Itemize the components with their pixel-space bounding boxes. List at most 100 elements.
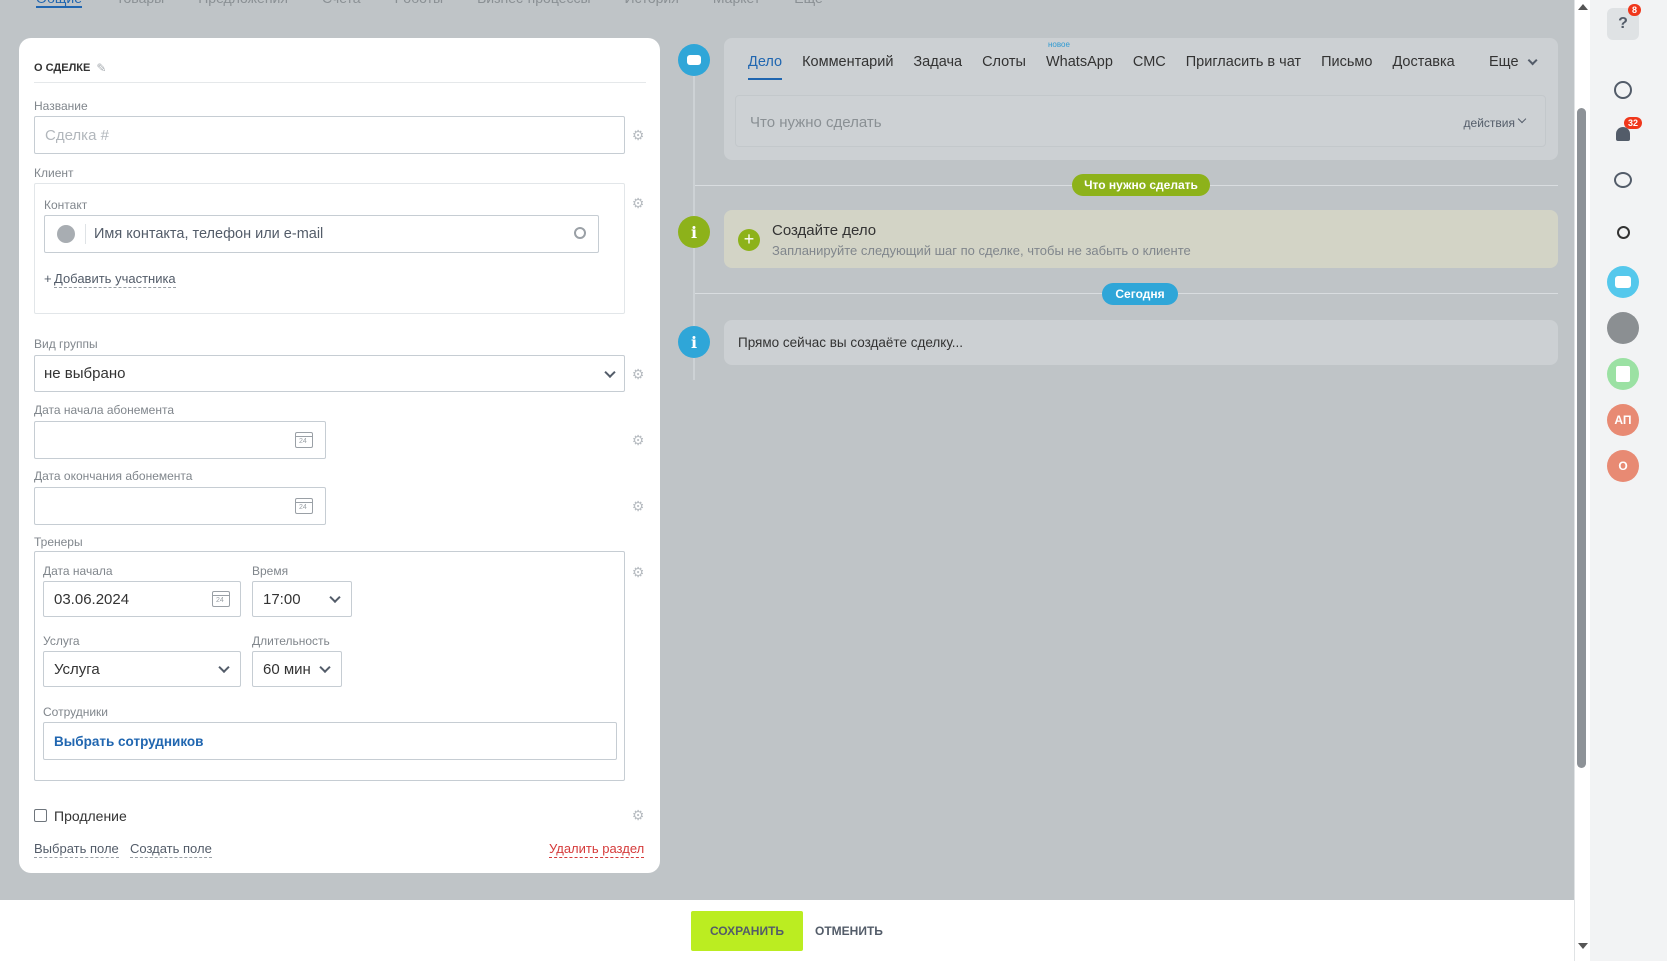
todo-placeholder: Что нужно сделать xyxy=(750,114,882,131)
time-label: Время xyxy=(252,564,289,578)
info-icon: i xyxy=(678,216,710,248)
cancel-button[interactable]: ОТМЕНИТЬ xyxy=(815,911,883,951)
sub-start-date-input[interactable] xyxy=(34,421,326,459)
avatar[interactable] xyxy=(1607,312,1639,344)
actions-dropdown[interactable]: действия xyxy=(1464,116,1515,130)
tab-robots[interactable]: Роботы xyxy=(395,0,443,8)
card-title: О СДЕЛКЕ xyxy=(34,61,91,74)
time-select[interactable]: 17:00 xyxy=(252,581,352,617)
gear-icon[interactable]: ⚙ xyxy=(631,196,645,210)
chevron-down-icon xyxy=(218,661,230,674)
now-text: Прямо сейчас вы создаёте сделку... xyxy=(738,335,963,350)
deal-name-input[interactable]: Сделка # xyxy=(34,116,625,154)
todo-input[interactable]: Что нужно сделать действия xyxy=(735,95,1546,147)
start-date-value: 03.06.2024 xyxy=(54,590,130,608)
create-activity-title: Создайте дело xyxy=(772,222,877,239)
now-panel: Прямо сейчас вы создаёте сделку... xyxy=(724,320,1558,365)
renewal-label: Продление xyxy=(54,808,127,824)
service-select[interactable]: Услуга xyxy=(43,651,241,687)
start-date-input[interactable]: 03.06.2024 xyxy=(43,581,241,617)
save-button[interactable]: СОХРАНИТЬ xyxy=(691,911,803,951)
trainers-label: Тренеры xyxy=(34,535,83,549)
tab-offers[interactable]: Предложения xyxy=(198,0,288,8)
duration-select[interactable]: 60 мин xyxy=(252,651,342,687)
deal-name-placeholder: Сделка # xyxy=(45,126,109,144)
gear-icon[interactable]: ⚙ xyxy=(631,565,645,579)
today-pill: Сегодня xyxy=(1102,283,1178,305)
gear-icon[interactable]: ⚙ xyxy=(631,367,645,381)
help-count-badge: 8 xyxy=(1628,4,1642,16)
chevron-down-icon xyxy=(329,591,341,604)
more-tabs-button[interactable]: Еще xyxy=(1489,54,1538,70)
service-label: Услуга xyxy=(43,634,80,648)
add-participant-link[interactable]: Добавить участника xyxy=(54,271,176,288)
delete-section-link[interactable]: Удалить раздел xyxy=(549,841,645,858)
search-icon[interactable] xyxy=(1607,216,1639,248)
scroll-up-arrow[interactable] xyxy=(1578,4,1588,10)
tab-more[interactable]: Еще xyxy=(794,0,823,8)
gear-icon[interactable]: ⚙ xyxy=(631,808,645,822)
gear-icon[interactable]: ⚙ xyxy=(631,433,645,447)
info-icon: i xyxy=(678,326,710,358)
client-label: Клиент xyxy=(34,166,74,180)
tab-task[interactable]: Задача xyxy=(913,54,962,70)
divider xyxy=(85,224,86,244)
avatar-ap[interactable]: АП xyxy=(1607,404,1639,436)
tab-sms[interactable]: СМС xyxy=(1133,54,1166,70)
tab-deal-activity[interactable]: Дело xyxy=(748,54,783,80)
chevron-down-icon xyxy=(319,661,331,674)
tab-whatsapp[interactable]: новое WhatsApp xyxy=(1045,40,1113,70)
scrollbar-thumb[interactable] xyxy=(1577,108,1586,768)
tab-invoices[interactable]: Счета xyxy=(322,0,361,8)
calendar-icon[interactable] xyxy=(295,498,313,514)
tab-invite-chat[interactable]: Пригласить в чат xyxy=(1186,54,1301,70)
tab-history[interactable]: История xyxy=(625,0,679,8)
select-staff-link[interactable]: Выбрать сотрудников xyxy=(54,734,203,749)
pencil-icon[interactable]: ✎ xyxy=(96,62,108,74)
card-header: О СДЕЛКЕ ✎ xyxy=(34,53,646,83)
select-field-link[interactable]: Выбрать поле xyxy=(34,841,119,858)
tab-whatsapp-label: WhatsApp xyxy=(1045,54,1113,70)
chevron-down-icon xyxy=(604,366,616,378)
create-activity-subtitle: Запланируйте следующий шаг по сделке, чт… xyxy=(772,243,1191,258)
tab-letter[interactable]: Письмо xyxy=(1321,54,1372,70)
calendar-icon[interactable] xyxy=(295,432,313,448)
group-value: не выбрано xyxy=(44,365,126,382)
sub-end-label: Дата окончания абонемента xyxy=(34,469,193,483)
duration-label: Длительность xyxy=(252,634,330,648)
person-icon xyxy=(57,225,75,243)
tab-products[interactable]: Товары xyxy=(116,0,164,8)
tab-slots[interactable]: Слоты xyxy=(982,54,1026,70)
activity-stream-icon[interactable] xyxy=(1607,74,1639,106)
gear-icon[interactable]: ⚙ xyxy=(631,499,645,513)
deal-card: О СДЕЛКЕ ✎ Название Сделка # ⚙ Клиент ⚙ … xyxy=(19,38,660,873)
more-label: Еще xyxy=(1489,54,1519,70)
messages-icon[interactable] xyxy=(1607,164,1639,196)
plus-icon: + xyxy=(44,271,52,286)
tab-market[interactable]: Маркет xyxy=(713,0,760,8)
chat-icon[interactable] xyxy=(1607,266,1639,298)
gear-icon[interactable]: ⚙ xyxy=(631,128,645,142)
renewal-checkbox[interactable] xyxy=(34,809,47,822)
tab-general[interactable]: Общие xyxy=(36,0,83,8)
create-field-link[interactable]: Создать поле xyxy=(130,841,212,858)
group-select[interactable]: не выбрано xyxy=(34,355,625,392)
add-icon[interactable]: + xyxy=(738,229,760,251)
notif-count-badge: 32 xyxy=(1624,117,1643,129)
sub-end-date-input[interactable] xyxy=(34,487,326,525)
avatar-o[interactable]: О xyxy=(1607,450,1639,482)
create-activity-panel[interactable]: + Создайте дело Запланируйте следующий ш… xyxy=(724,210,1558,268)
contact-search-input[interactable]: Имя контакта, телефон или e-mail xyxy=(44,215,599,253)
calendar-icon[interactable] xyxy=(212,591,230,607)
notes-icon[interactable] xyxy=(1607,358,1639,390)
staff-field[interactable]: Выбрать сотрудников xyxy=(43,722,617,760)
tab-delivery[interactable]: Доставка xyxy=(1392,54,1454,70)
time-value: 17:00 xyxy=(263,590,301,608)
service-value: Услуга xyxy=(54,660,100,678)
staff-label: Сотрудники xyxy=(43,705,108,719)
search-icon[interactable] xyxy=(574,227,586,239)
tab-comment[interactable]: Комментарий xyxy=(802,54,893,70)
tab-bizproc[interactable]: Бизнес-процессы xyxy=(477,0,590,8)
scroll-down-arrow[interactable] xyxy=(1578,943,1588,949)
sub-start-label: Дата начала абонемента xyxy=(34,403,174,417)
